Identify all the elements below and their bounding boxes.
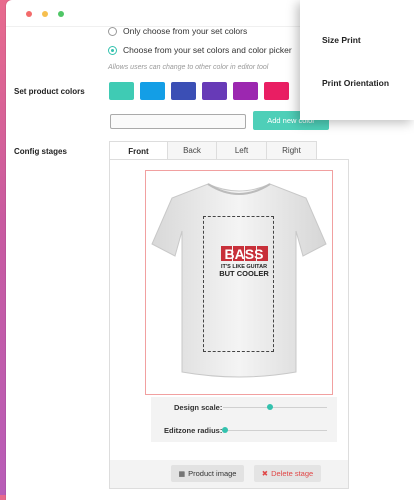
delete-stage-label: Delete stage [271,469,314,478]
editzone[interactable] [203,216,274,352]
editzone-radius-label: Editzone radius: [164,426,223,435]
close-icon: ✖ [261,469,269,478]
design-scale-handle[interactable] [266,404,273,410]
product-image-button[interactable]: ▦ Product image [171,465,244,482]
radio-set-colors-and-picker[interactable]: Choose from your set colors and color pi… [108,45,292,55]
color-swatch[interactable] [264,82,289,100]
product-colors-label: Set product colors [14,87,85,96]
radio-icon[interactable] [108,26,117,36]
product-image-label: Product image [188,469,237,478]
maximize-dot[interactable] [58,11,64,17]
tab-left[interactable]: Left [216,141,267,159]
color-swatch[interactable] [109,82,134,100]
tab-right[interactable]: Right [266,141,317,159]
color-swatches [109,82,289,100]
editzone-radius-track[interactable] [223,430,327,431]
print-orientation-item[interactable]: Print Orientation [322,78,389,88]
minimize-dot[interactable] [42,11,48,17]
new-color-input[interactable] [110,114,246,129]
window-controls [26,11,64,17]
radio-label: Only choose from your set colors [123,26,248,36]
print-options-popover: Size Print Print Orientation [300,0,414,120]
design-scale-label: Design scale: [174,403,223,412]
design-scale-track[interactable] [223,407,327,408]
color-swatch[interactable] [140,82,165,100]
close-dot[interactable] [26,11,32,17]
tab-front[interactable]: Front [109,141,168,160]
size-print-item[interactable]: Size Print [322,35,361,45]
grid-icon: ▦ [178,470,186,478]
stage-sliders: Design scale: Editzone radius: [151,397,337,442]
radio-label: Choose from your set colors and color pi… [123,45,292,55]
radio-selected-icon[interactable] [108,45,117,55]
editzone-radius-handle[interactable] [222,427,229,433]
config-stages-label: Config stages [14,147,67,156]
radio-only-set-colors[interactable]: Only choose from your set colors [108,26,247,36]
tab-back[interactable]: Back [167,141,217,159]
stage-tabs: Front Back Left Right [109,141,317,160]
color-swatch[interactable] [171,82,196,100]
delete-stage-button[interactable]: ✖ Delete stage [254,465,321,482]
color-swatch[interactable] [202,82,227,100]
color-mode-hint: Allows users can change to other color i… [108,64,269,71]
color-swatch[interactable] [233,82,258,100]
design-canvas[interactable]: BASS IT'S LIKE GUITAR BUT COOLER [145,170,333,395]
